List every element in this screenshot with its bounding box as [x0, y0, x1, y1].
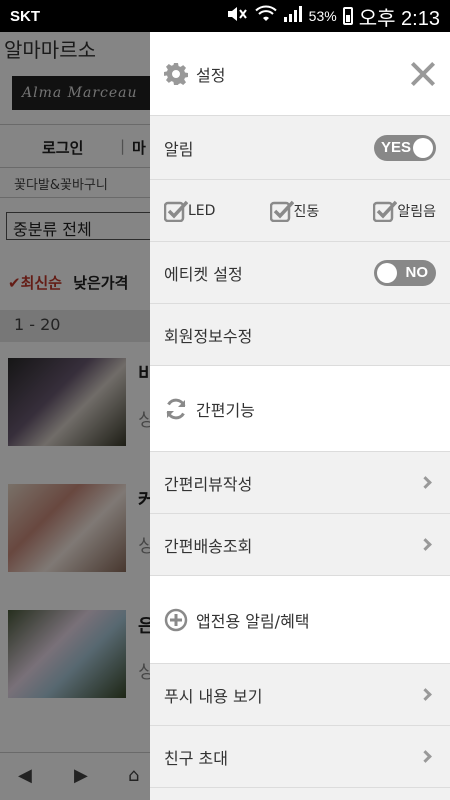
gear-icon [164, 62, 188, 86]
checkbox-checked-icon [373, 200, 398, 222]
invite-friend-label: 친구 초대 [164, 748, 228, 768]
drawer-title: 설정 [196, 65, 226, 85]
wifi-icon [254, 5, 277, 27]
chevron-right-icon [419, 538, 432, 551]
chevron-right-icon [419, 688, 432, 701]
status-icons: 53% 오후 2:13 [225, 2, 440, 31]
sound-checkbox[interactable]: 알림음 [373, 200, 436, 222]
settings-drawer: 설정 알림 YES LED 진동 알림음 에티켓 설정 NO 회원정보수정 간편… [150, 32, 450, 800]
quick-section-header: 간편기능 [150, 366, 450, 452]
led-label: LED [188, 202, 216, 219]
etiquette-row: 에티켓 설정 NO [150, 242, 450, 304]
notification-toggle-label: YES [381, 138, 412, 156]
push-content-label: 푸시 내용 보기 [164, 686, 263, 706]
battery-percent: 53% [308, 8, 337, 24]
battery-icon [342, 7, 353, 25]
notification-label: 알림 [164, 139, 194, 159]
app-section-header: 앱전용 알림/혜택 [150, 576, 450, 664]
close-icon[interactable] [410, 61, 436, 87]
quick-section-title: 간편기능 [196, 400, 255, 420]
clock: 오후 2:13 [358, 7, 440, 30]
toggle-knob [377, 262, 397, 283]
carrier-label: SKT [10, 7, 40, 25]
drawer-header: 설정 [150, 32, 450, 116]
quick-delivery-row[interactable]: 간편배송조회 [150, 514, 450, 576]
refresh-icon [164, 397, 188, 421]
app-section-title: 앱전용 알림/혜택 [196, 611, 310, 631]
signal-icon [283, 5, 303, 27]
quick-delivery-label: 간편배송조회 [164, 536, 253, 556]
chevron-right-icon [419, 476, 432, 489]
notification-options: LED 진동 알림음 [150, 180, 450, 242]
member-info-row[interactable]: 회원정보수정 [150, 304, 450, 366]
push-content-row[interactable]: 푸시 내용 보기 [150, 664, 450, 726]
notification-row: 알림 YES [150, 116, 450, 180]
chevron-right-icon [419, 750, 432, 763]
member-info-label: 회원정보수정 [164, 326, 253, 346]
etiquette-toggle-label: NO [405, 263, 429, 281]
notification-toggle[interactable]: YES [374, 134, 436, 161]
invite-friend-row[interactable]: 친구 초대 [150, 726, 450, 788]
vibrate-label: 진동 [293, 203, 320, 220]
quick-review-label: 간편리뷰작성 [164, 474, 253, 494]
sound-label: 알림음 [397, 203, 436, 220]
led-checkbox[interactable]: LED [163, 200, 216, 222]
etiquette-label: 에티켓 설정 [164, 264, 243, 284]
checkbox-checked-icon [163, 200, 189, 222]
drawer-bottom-spacer [150, 788, 450, 800]
checkbox-checked-icon [269, 200, 294, 222]
vibrate-checkbox[interactable]: 진동 [269, 200, 320, 222]
toggle-knob [413, 137, 433, 158]
status-bar: SKT 53% 오후 2:13 [0, 0, 450, 32]
quick-review-row[interactable]: 간편리뷰작성 [150, 452, 450, 514]
etiquette-toggle[interactable]: NO [374, 259, 436, 286]
mute-icon [225, 5, 249, 27]
plus-circle-icon [164, 608, 188, 632]
